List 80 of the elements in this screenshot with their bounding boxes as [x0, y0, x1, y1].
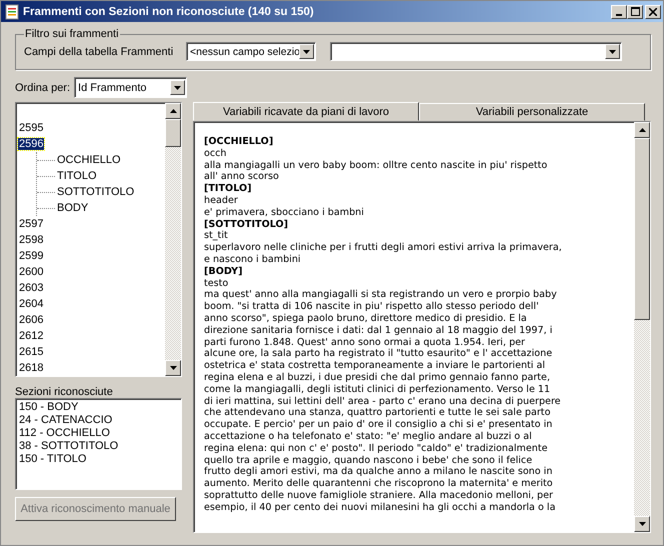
window-title: Frammenti con Sezioni non riconosciute (140 su 150) — [23, 6, 315, 18]
text-line: alcune ore, la sala parto ha registrato il "tutto esaurito" e l' accettazione — [204, 348, 554, 360]
text-line: regina elena e al buzzi, i due presidi che dal primo gennaio fanno parte, — [204, 372, 551, 384]
text-line: come la mangiagalli, degli istituti clinici di perfezionamento. Verso le 11 — [204, 384, 552, 396]
scroll-up-icon — [638, 128, 646, 132]
close-icon — [649, 8, 657, 16]
list-item[interactable]: 150 - TITOLO — [19, 453, 86, 466]
section-heading: [TITOLO] — [204, 183, 253, 195]
tree-item[interactable]: 2599 — [18, 250, 44, 262]
text-line: alla mangiagalli un vero baby boom: olltre cento nascite in piu' rispetto — [204, 160, 548, 172]
text-line: anno scorso", spiega paolo bruno, direttore medico di presidio. E la — [204, 312, 528, 325]
scroll-down-icon — [170, 366, 176, 370]
scroll-down-icon — [638, 522, 646, 526]
text-line: parti furono 1.848. Quest' anno sono ormai a quota 1.954. Ieri, per — [204, 336, 526, 348]
text-line: che attendevano una stanza, quattro partorienti e tutte le sei sale parto — [204, 407, 552, 420]
text-line: quello tra aprile e maggio, quando nascono i bebe' che sono il felice — [204, 454, 534, 466]
value-combo[interactable] — [330, 42, 622, 61]
maximize-button[interactable] — [627, 4, 643, 18]
dropdown-arrow-icon — [303, 50, 310, 54]
text-line: esempio, il 40 per cento dei nuovi milanesini ha gli occhi a mandorla o la — [204, 502, 556, 514]
text-line: boom. "si tratta di 106 nascite in piu' rispetto allo stesso periodo dell' — [204, 301, 540, 313]
text-line: di ieri mattina, sui lettini dell' area - parto c' erano una decina di puerpere — [204, 396, 562, 408]
text-line: header — [204, 194, 239, 207]
close-button[interactable] — [645, 4, 661, 18]
group-title: Filtro sui frammenti — [24, 28, 120, 40]
maximize-icon — [630, 7, 640, 16]
list-item[interactable]: 112 - OCCHIELLO — [19, 427, 110, 440]
text-line: all' anno scorso — [204, 171, 280, 184]
tree-item[interactable]: 2606 — [18, 314, 44, 326]
list-item[interactable]: 38 - SOTTOTITOLO — [19, 440, 118, 453]
field-label: Campi della tabella Frammenti — [24, 46, 174, 58]
tree-item[interactable]: TITOLO — [56, 170, 98, 182]
text-line: aumento. Merito delle quarantenni che riscoprono la maternita' e merito — [204, 478, 554, 490]
scroll-up-icon — [170, 109, 176, 113]
minimize-button[interactable] — [611, 4, 627, 18]
list-item[interactable]: 150 - BODY — [19, 401, 78, 414]
tab[interactable]: Variabili ricavate da piani di lavoro — [193, 102, 419, 121]
text-line: occupate. E percio' per un paio d' ore il consiglio a chi si e' presentato in — [204, 419, 554, 431]
list-item[interactable]: 24 - CATENACCIO — [19, 414, 112, 427]
text-line: st_tit — [204, 230, 229, 242]
text-line: soprattutto delle nuove famigliole straniere. Alla macedonio melloni, per — [204, 490, 554, 502]
scrollbar-thumb[interactable] — [634, 138, 650, 320]
section-heading: [BODY] — [204, 266, 244, 278]
sort-label: Ordina per: — [15, 82, 70, 94]
dropdown-arrow-icon — [174, 86, 182, 90]
text-line: occh — [204, 148, 228, 160]
text-line: ma quest' anno alla mangiagalli si sta registrando un vero e prorpio baby — [204, 289, 558, 302]
tree-item[interactable]: 2603 — [18, 282, 44, 294]
tree-item[interactable]: 2598 — [18, 234, 44, 246]
tree-item[interactable]: BODY — [56, 202, 90, 214]
tree-item[interactable]: 2604 — [18, 298, 44, 310]
tree-item[interactable]: 2612 — [18, 330, 44, 342]
text-line: regina elena: qui non c' e' posto". Il periodo "caldo" e' tradizionalmente — [204, 442, 549, 455]
document-icon — [5, 4, 19, 20]
text-line: superlavoro nelle cliniche per i frutti degli amori estivi arriva la primavera, — [204, 242, 563, 254]
text-line: accettazione o ha telefonato e' stato: "e' meglio andare al buzzi o al — [204, 430, 533, 443]
tree-item[interactable]: OCCHIELLO — [56, 154, 122, 166]
scrollbar-thumb[interactable] — [165, 119, 181, 147]
tree-item[interactable]: 2618 — [18, 362, 44, 374]
dropdown-arrow-icon — [609, 50, 616, 54]
tree-item[interactable]: 2600 — [18, 266, 44, 278]
section-heading: [SOTTOTITOLO] — [204, 218, 290, 230]
text-line: e' primavera, sbocciano i bambni — [204, 206, 365, 219]
text-line: testo — [204, 278, 230, 290]
text-line: direzione sanitaria fornisce i dati: dal 1 gennaio al 18 maggio del 1997, i — [204, 324, 554, 337]
minimize-icon — [616, 14, 622, 16]
list-label: Sezioni riconosciute — [15, 386, 114, 398]
tree-item[interactable]: SOTTOTITOLO — [56, 186, 136, 198]
text-line: ostetrica e' stata costretta temporaneamente a inviare le partorienti al — [204, 360, 546, 372]
sort-combo[interactable]: Id Frammento — [74, 77, 188, 98]
section-heading: [OCCHIELLO] — [204, 136, 274, 148]
tree-item[interactable]: 2595 — [18, 122, 44, 134]
scrollbar[interactable] — [165, 103, 181, 376]
tree-item[interactable]: 2596 — [18, 138, 44, 150]
tree-item[interactable]: 2615 — [18, 346, 44, 358]
scrollbar[interactable] — [634, 122, 650, 532]
text-line: e nascono i bambini — [204, 254, 302, 266]
text-line: frutto degli amori estivi, ma da qualche anno a milano le nascite sono in — [204, 466, 554, 478]
tab[interactable]: Variabili personalizzate — [419, 103, 645, 121]
tree-item[interactable]: 2597 — [18, 218, 44, 230]
